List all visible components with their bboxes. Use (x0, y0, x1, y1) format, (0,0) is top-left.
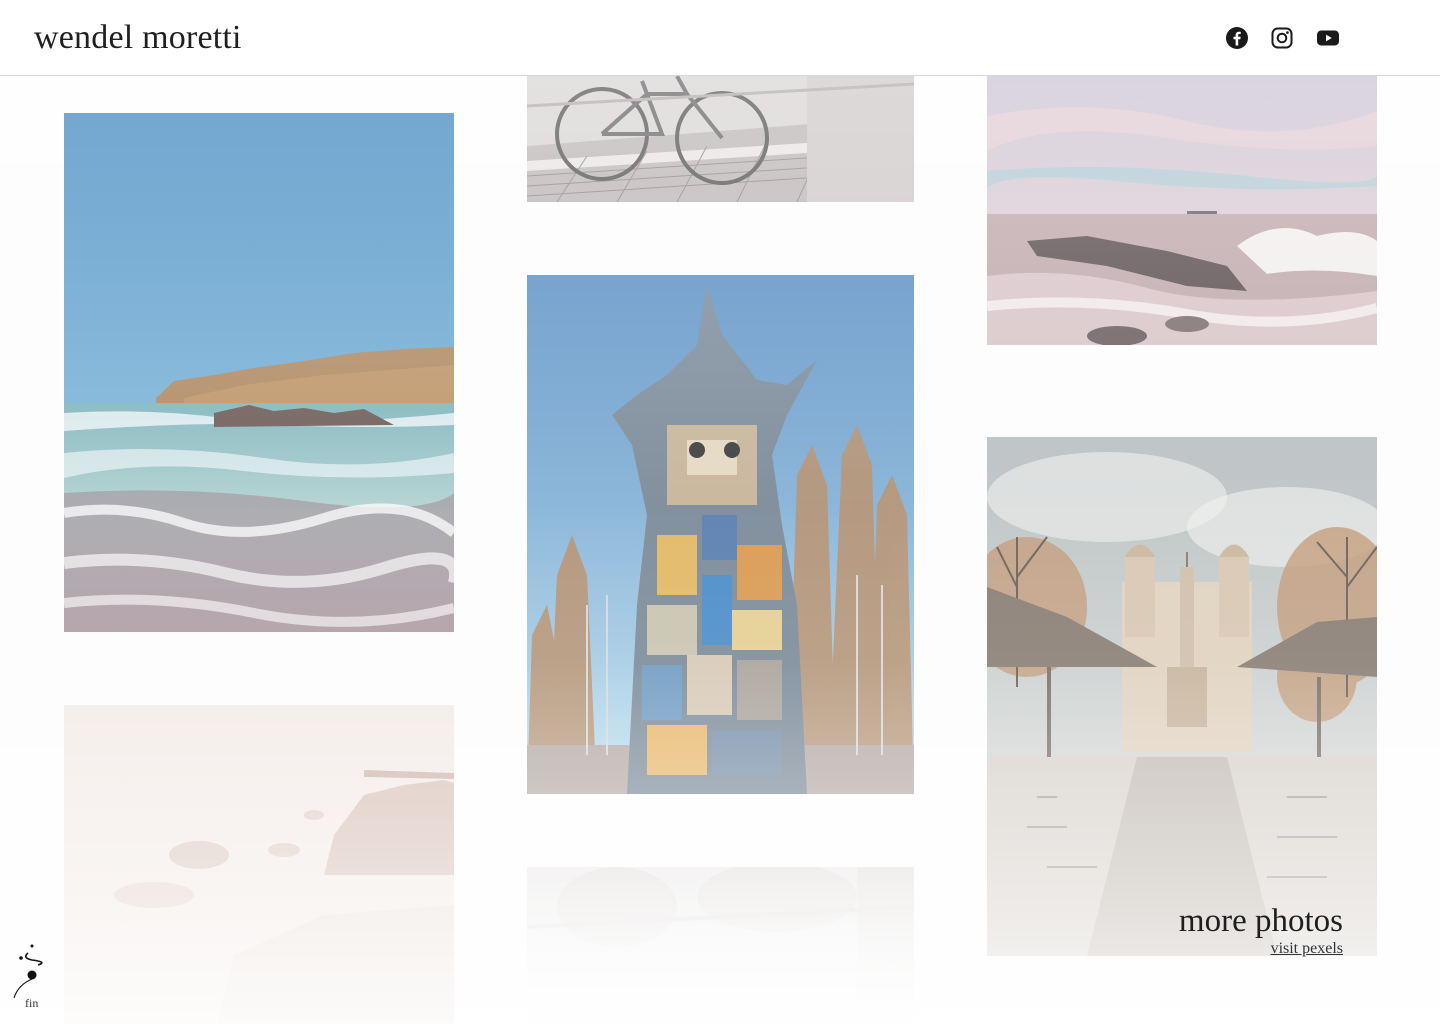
visit-pexels-link[interactable]: visit pexels (1179, 940, 1343, 958)
photo-more-teaser[interactable] (527, 867, 914, 1024)
more-photos-block: more photos visit pexels (1179, 902, 1343, 958)
instagram-icon[interactable] (1270, 26, 1294, 50)
youtube-icon[interactable] (1316, 26, 1340, 50)
photo-lynx-sculpture[interactable] (527, 275, 914, 794)
brand-title[interactable]: wendel moretti (34, 18, 242, 58)
more-photos-title: more photos (1178, 903, 1343, 939)
facebook-icon[interactable] (1225, 26, 1249, 50)
photo-rocky-waves[interactable] (987, 76, 1377, 345)
photo-church-square[interactable] (987, 437, 1377, 956)
page: wendel moretti more photos visit pexels … (0, 0, 1440, 1024)
photo-bicycle-street[interactable] (527, 76, 914, 202)
site-header: wendel moretti (0, 0, 1440, 76)
photo-beach-cliffs[interactable] (64, 113, 454, 632)
photo-foggy-coast[interactable] (64, 705, 454, 1024)
fin-logo-icon[interactable] (8, 940, 58, 1000)
fin-label: fin (25, 996, 39, 1010)
